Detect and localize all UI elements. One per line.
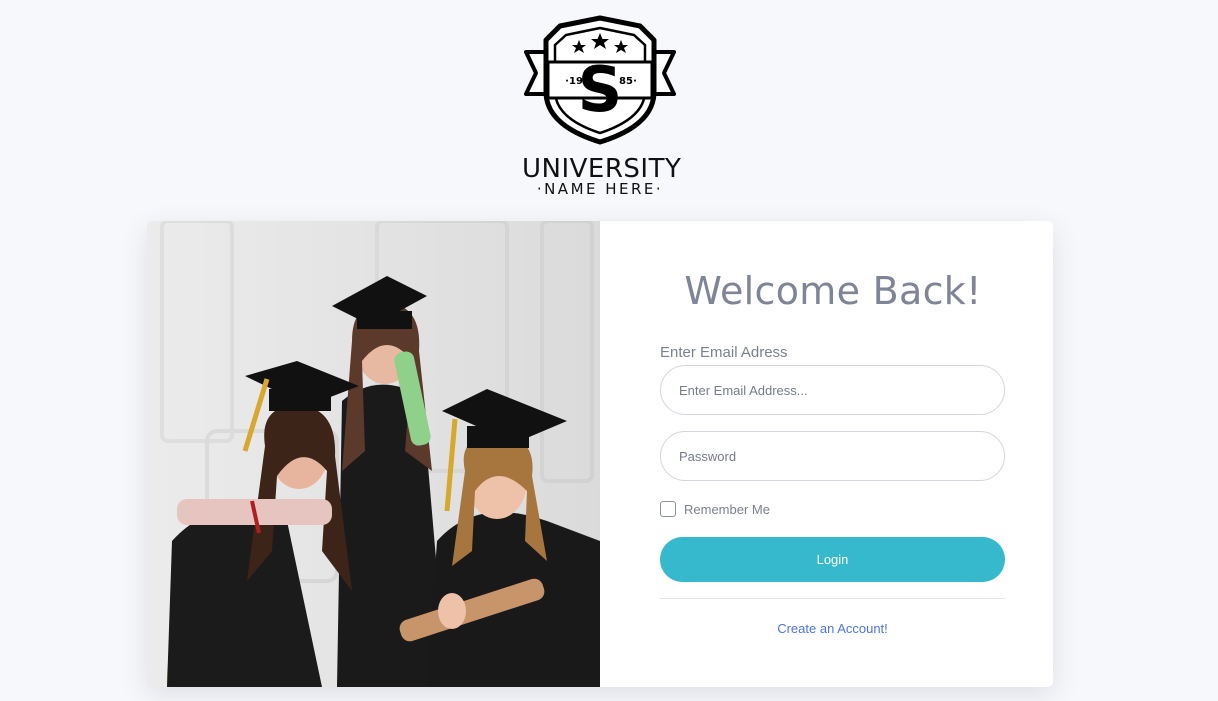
svg-text:19: 19 xyxy=(569,76,583,87)
logo-name-here-text: ·NAME HERE· xyxy=(536,180,664,198)
svg-text:·: · xyxy=(633,76,637,87)
login-card: Welcome Back! Enter Email Adress Remembe… xyxy=(147,221,1053,687)
remember-me-checkbox[interactable] xyxy=(660,501,676,517)
svg-text:85: 85 xyxy=(619,76,633,87)
svg-text:S: S xyxy=(578,53,623,126)
create-account-link[interactable]: Create an Account! xyxy=(660,621,1005,636)
login-button[interactable]: Login xyxy=(660,537,1005,582)
email-label: Enter Email Adress xyxy=(660,344,788,361)
university-logo: S · 19 85 · UNIVERSITY ·NAME HERE· xyxy=(522,14,681,200)
email-input[interactable] xyxy=(660,365,1005,415)
divider xyxy=(660,598,1005,599)
remember-me-label: Remember Me xyxy=(684,501,770,517)
login-form: Welcome Back! Enter Email Adress Remembe… xyxy=(600,221,1053,687)
remember-me-row[interactable]: Remember Me xyxy=(660,501,770,517)
password-input[interactable] xyxy=(660,431,1005,481)
welcome-title: Welcome Back! xyxy=(684,269,982,313)
graduates-photo xyxy=(147,221,600,687)
graduates-photo-illustration xyxy=(147,221,600,687)
shield-crest-icon: S · 19 85 · xyxy=(524,15,676,145)
